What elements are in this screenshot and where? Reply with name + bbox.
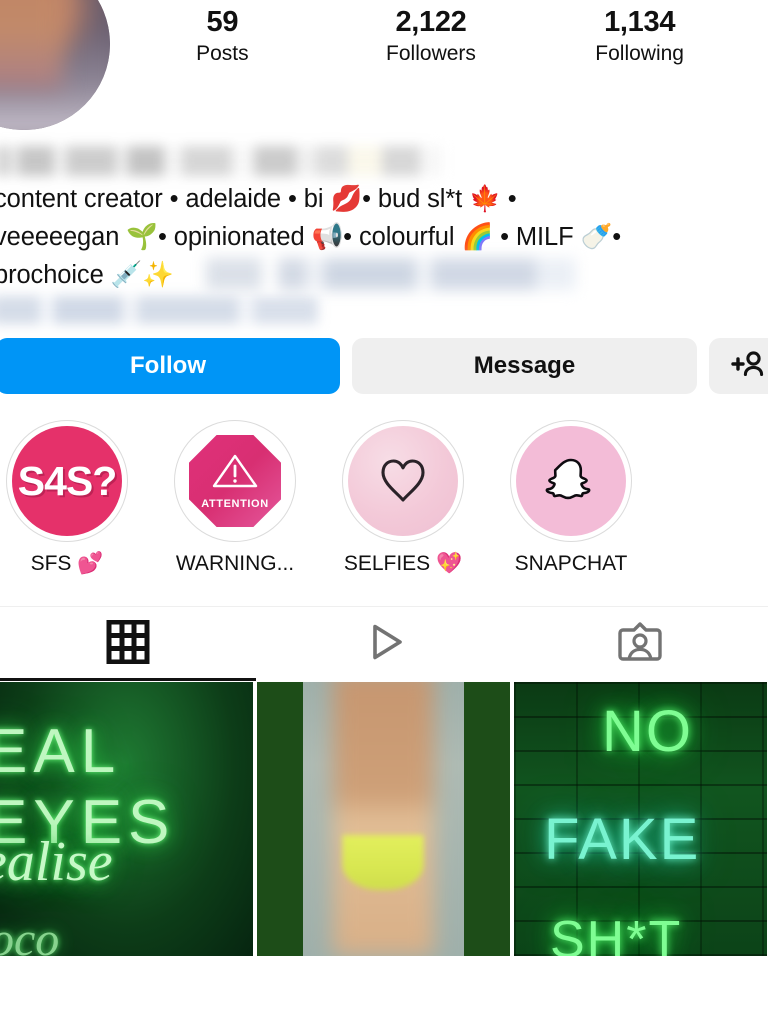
highlight-label-warning: WARNING... (175, 552, 295, 575)
avatar[interactable] (0, 0, 110, 130)
bio-line-3: prochoice 💉✨ (0, 261, 174, 289)
highlight-cover-snapchat (516, 426, 626, 536)
following-label: Following (595, 42, 684, 66)
post-neon-line-2: ealise (0, 831, 113, 893)
highlight-ring: S4S? (6, 420, 128, 542)
highlight-cover-warning: ATTENTION (180, 426, 290, 536)
highlight-label-snapchat: SNAPCHAT (514, 552, 628, 575)
bio-line-3-wrap: prochoice 💉✨ (0, 256, 756, 294)
post-neon-line-1: NO (602, 699, 693, 764)
bio-line-2: veeeeegan 🌱• opinionated 📢• colourful 🌈 … (0, 223, 622, 251)
s4s-text: S4S? (17, 457, 118, 504)
post-subject-garment (343, 835, 424, 891)
warning-triangle-icon (211, 452, 259, 495)
post-grid: EAL EYES ealise oco NO FAKE SH*T (0, 682, 768, 956)
post-thumbnail[interactable] (257, 682, 510, 956)
post-blurred-photo (302, 682, 465, 956)
highlight-ring: ATTENTION (174, 420, 296, 542)
post-neon-line-2: FAKE (544, 807, 701, 872)
highlight-warning[interactable]: ATTENTION WARNING... (174, 420, 296, 576)
highlight-snapchat[interactable]: SNAPCHAT (510, 420, 632, 576)
highlight-selfies[interactable]: SELFIES 💖 (342, 420, 464, 576)
post-thumbnail[interactable]: EAL EYES ealise oco (0, 682, 253, 956)
story-highlights: S4S? SFS 💕 ATTENTION WARNING... SELFIES … (0, 394, 768, 576)
highlight-cover-sfs: S4S? (12, 426, 122, 536)
bio-mention-redacted[interactable] (206, 258, 576, 290)
followers-count: 2,122 (395, 6, 467, 38)
display-name-redacted (0, 146, 442, 176)
tab-reels[interactable] (256, 607, 512, 681)
bio-link-redacted[interactable] (0, 296, 318, 324)
highlight-cover-selfies (348, 426, 458, 536)
stat-followers[interactable]: 2,122 Followers (376, 6, 486, 66)
profile-bio-block: content creator • adelaide • bi 💋• bud s… (0, 146, 768, 324)
profile-stats: 59 Posts 2,122 Followers 1,134 Following (108, 0, 768, 66)
bio-line-1: content creator • adelaide • bi 💋• bud s… (0, 185, 517, 213)
warning-octagon: ATTENTION (189, 435, 281, 527)
tagged-person-icon (617, 619, 663, 670)
posts-label: Posts (196, 42, 249, 66)
highlight-ring (342, 420, 464, 542)
tab-tagged[interactable] (512, 607, 768, 681)
snapchat-ghost-icon (545, 453, 597, 510)
followers-label: Followers (386, 42, 476, 66)
heart-outline-icon (374, 452, 432, 511)
attention-text: ATTENTION (201, 498, 269, 510)
follow-button[interactable]: Follow (0, 338, 340, 394)
profile-tabs (0, 606, 768, 681)
stat-following[interactable]: 1,134 Following (585, 6, 695, 66)
avatar-container (0, 0, 110, 130)
instagram-profile-screen: 59 Posts 2,122 Followers 1,134 Following… (0, 0, 768, 1024)
highlight-label-sfs: SFS 💕 (30, 552, 104, 575)
highlight-ring (510, 420, 632, 542)
highlight-sfs[interactable]: S4S? SFS 💕 (6, 420, 128, 576)
post-neon-line-3: oco (0, 913, 60, 956)
avatar-blurred-subject (0, 0, 62, 89)
following-count: 1,134 (604, 6, 676, 38)
profile-actions: Follow Message (0, 324, 768, 394)
post-neon-line-3: SH*T (550, 911, 683, 956)
message-button[interactable]: Message (352, 338, 697, 394)
profile-header: 59 Posts 2,122 Followers 1,134 Following (0, 0, 768, 140)
post-thumbnail[interactable]: NO FAKE SH*T (514, 682, 767, 956)
stat-posts[interactable]: 59 Posts (167, 6, 277, 66)
highlight-label-selfies: SELFIES 💖 (343, 552, 463, 575)
post-blurred-subject (333, 682, 434, 956)
grid-icon (106, 619, 150, 669)
add-person-icon (730, 349, 764, 384)
tab-grid[interactable] (0, 607, 256, 681)
play-triangle-icon (360, 618, 408, 671)
posts-count: 59 (206, 6, 239, 38)
suggested-users-button[interactable] (709, 338, 768, 394)
